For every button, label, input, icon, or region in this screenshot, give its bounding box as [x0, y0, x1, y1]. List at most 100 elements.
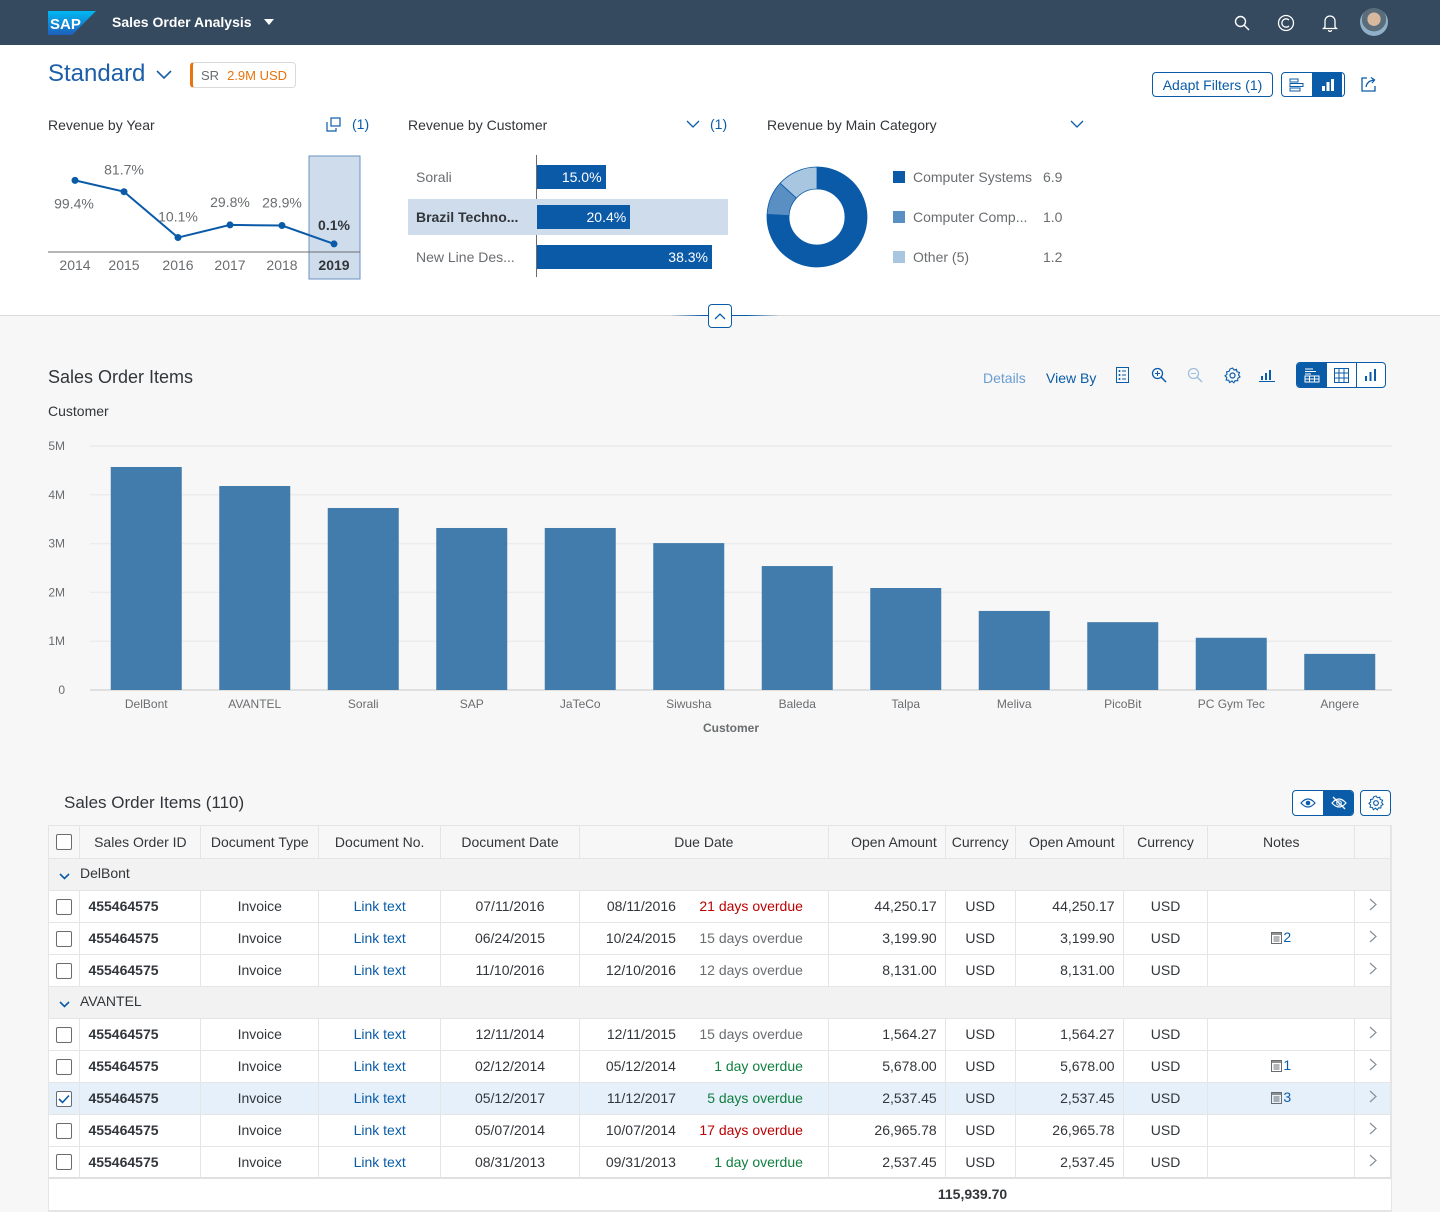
document-link[interactable]: Link text	[354, 1154, 406, 1170]
column-header[interactable]: Open Amount	[828, 826, 946, 859]
chart-type-icon[interactable]	[1257, 365, 1277, 385]
zoom-in-icon[interactable]	[1149, 365, 1169, 385]
row-checkbox[interactable]	[56, 962, 73, 979]
notes-link[interactable]: 1	[1271, 1057, 1291, 1073]
bar[interactable]	[1195, 637, 1267, 690]
row-checkbox[interactable]	[56, 1090, 73, 1107]
data-point[interactable]	[71, 176, 79, 184]
customer-bar-row[interactable]: Brazil Techno... 20.4%	[408, 199, 728, 235]
zoom-out-icon[interactable]	[1185, 365, 1205, 385]
table-row[interactable]: 455464575 Invoice Link text 02/12/2014 05/12…	[49, 1050, 1391, 1083]
column-header[interactable]: Currency	[945, 826, 1016, 859]
row-checkbox[interactable]	[56, 930, 73, 947]
share-icon[interactable]	[1359, 74, 1379, 94]
legend-item[interactable]: Computer Comp... 1.0	[893, 209, 1062, 225]
revenue-by-year-chart[interactable]: 99.4% 2014 81.7% 2015 10.1% 2016 29.8% 2017 28.9…	[48, 150, 368, 285]
navigation-arrow-icon[interactable]	[1369, 1058, 1377, 1074]
adapt-filters-button[interactable]: Adapt Filters (1)	[1152, 72, 1273, 97]
bar[interactable]	[1087, 622, 1159, 690]
row-checkbox[interactable]	[56, 1154, 73, 1171]
revenue-by-customer-chart[interactable]: Sorali 15.0% Brazil Techno... 20.4% New Line…	[408, 155, 728, 280]
navigation-arrow-icon[interactable]	[1369, 1026, 1377, 1042]
kpi-tag[interactable]: SR 2.9M USD	[190, 62, 297, 88]
group-header-row[interactable]: DelBont	[49, 858, 1391, 891]
legend-toggle-icon[interactable]	[1112, 365, 1132, 385]
bar[interactable]	[436, 527, 508, 690]
bar[interactable]	[870, 588, 942, 690]
notification-bell-icon[interactable]	[1319, 12, 1341, 34]
navigation-arrow-icon[interactable]	[1369, 962, 1377, 978]
chart-view[interactable]	[1355, 363, 1385, 387]
bar[interactable]	[653, 543, 725, 690]
table-settings-button[interactable]	[1360, 790, 1391, 816]
collapse-header-button[interactable]	[708, 304, 732, 328]
list-view-toggle[interactable]	[1282, 73, 1312, 96]
document-link[interactable]: Link text	[354, 898, 406, 914]
bar[interactable]	[761, 566, 833, 690]
data-point[interactable]	[278, 222, 286, 230]
bar[interactable]	[978, 610, 1050, 690]
copilot-icon[interactable]	[1275, 12, 1297, 34]
document-link[interactable]: Link text	[354, 962, 406, 978]
show-hide-details-toggle[interactable]	[1292, 790, 1354, 816]
customer-bar-row[interactable]: New Line Des... 38.3%	[408, 239, 728, 275]
data-point[interactable]	[174, 234, 182, 242]
column-header[interactable]: Currency	[1123, 826, 1209, 859]
navigation-arrow-icon[interactable]	[1369, 930, 1377, 946]
table-row[interactable]: 455464575 Invoice Link text 12/11/2014 12/11…	[49, 1018, 1391, 1051]
table-row[interactable]: 455464575 Invoice Link text 08/31/2013 09/31…	[49, 1146, 1391, 1179]
table-view[interactable]	[1326, 363, 1355, 387]
table-row[interactable]: 455464575 Invoice Link text 05/12/2017 11/12…	[49, 1082, 1391, 1115]
table-row[interactable]: 455464575 Invoice Link text 11/10/2016 12/10…	[49, 954, 1391, 987]
column-header[interactable]: Document Type	[200, 826, 320, 859]
table-row[interactable]: 455464575 Invoice Link text 06/24/2015 10/24…	[49, 922, 1391, 955]
show-details-button[interactable]	[1293, 791, 1323, 815]
revenue-by-category-donut[interactable]	[766, 166, 868, 268]
sap-logo[interactable]: SAP	[48, 11, 96, 35]
document-link[interactable]: Link text	[354, 1026, 406, 1042]
variant-management[interactable]: Standard	[48, 60, 173, 88]
revenue-by-year-filter-count[interactable]: (1)	[326, 116, 369, 132]
user-avatar[interactable]	[1360, 8, 1388, 36]
revenue-by-customer-filter-count[interactable]: (1)	[686, 116, 727, 132]
navigation-arrow-icon[interactable]	[1369, 898, 1377, 914]
document-link[interactable]: Link text	[354, 1058, 406, 1074]
column-header[interactable]: Document Date	[440, 826, 580, 859]
chart-view-toggle[interactable]	[1312, 73, 1342, 96]
customer-bar[interactable]: 15.0%	[537, 165, 606, 189]
data-point[interactable]	[330, 240, 338, 248]
chart-and-table-view[interactable]	[1297, 363, 1327, 387]
data-point[interactable]	[120, 188, 128, 196]
filter-view-toggle[interactable]	[1281, 72, 1345, 97]
navigation-arrow-icon[interactable]	[1369, 1122, 1377, 1138]
customer-bar-row[interactable]: Sorali 15.0%	[408, 159, 728, 195]
notes-link[interactable]: 2	[1271, 929, 1291, 945]
customer-bar[interactable]: 38.3%	[537, 245, 712, 269]
column-header[interactable]: Document No.	[318, 826, 442, 859]
expand-chevron-icon[interactable]	[59, 867, 70, 883]
row-checkbox[interactable]	[56, 1026, 73, 1043]
data-point[interactable]	[226, 221, 234, 229]
row-checkbox[interactable]	[56, 898, 73, 915]
select-all-checkbox[interactable]	[56, 834, 73, 851]
column-header[interactable]: Sales Order ID	[79, 826, 202, 859]
group-header-row[interactable]: AVANTEL	[49, 986, 1391, 1019]
document-link[interactable]: Link text	[354, 1122, 406, 1138]
document-link[interactable]: Link text	[354, 1090, 406, 1106]
hide-details-button[interactable]	[1323, 791, 1353, 815]
navigation-arrow-icon[interactable]	[1369, 1090, 1377, 1106]
bar[interactable]	[544, 527, 616, 690]
table-row[interactable]: 455464575 Invoice Link text 07/11/2016 08/11…	[49, 890, 1391, 923]
expand-chevron-icon[interactable]	[59, 995, 70, 1011]
customer-bar[interactable]: 20.4%	[537, 205, 631, 229]
bar[interactable]	[219, 486, 291, 690]
row-checkbox[interactable]	[56, 1122, 73, 1139]
bar[interactable]	[327, 507, 399, 690]
row-checkbox[interactable]	[56, 1058, 73, 1075]
notes-link[interactable]: 3	[1271, 1089, 1291, 1105]
customer-bar-chart[interactable]: 0 1M 2M 3M 4M 5M DelBont AVANTEL Sorali SAP JaTeCo…	[40, 430, 1400, 750]
view-by-button[interactable]: View By	[1046, 370, 1096, 386]
view-switch[interactable]	[1296, 362, 1386, 388]
column-header[interactable]: Notes	[1207, 826, 1356, 859]
bar[interactable]	[110, 466, 182, 690]
